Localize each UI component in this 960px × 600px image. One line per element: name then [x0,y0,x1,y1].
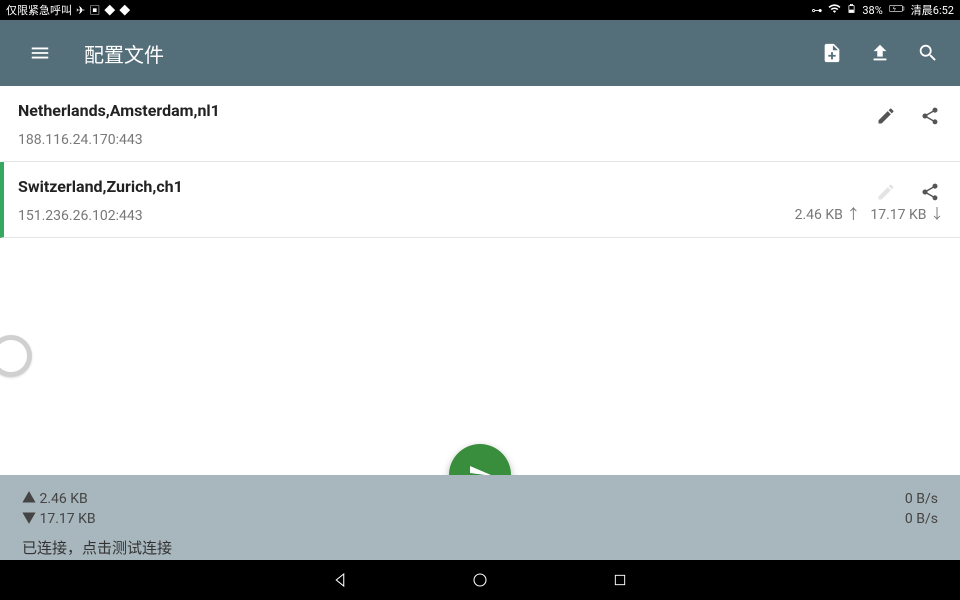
emergency-text: 仅限紧急呼叫 [6,2,72,18]
back-button[interactable] [320,560,360,600]
footer-row: ▲ 2.46 KB 0 B/s [22,489,938,509]
nav-bar [0,560,960,600]
connection-status: 已连接，点击测试连接 [22,537,938,558]
footer-row: ▼ 17.17 KB 0 B/s [22,509,938,529]
profile-actions [864,86,960,161]
status-right: ⊶ 38% 清晨6:52 [809,2,954,18]
recent-button[interactable] [600,560,640,600]
connection-footer[interactable]: ▲ 2.46 KB 0 B/s ▼ 17.17 KB 0 B/s 已连接，点击测… [0,475,960,560]
app-bar: 配置文件 [0,20,960,86]
battery-pct: 38% [862,4,882,17]
profile-actions [864,162,960,237]
home-button[interactable] [460,560,500,600]
vpn-key-icon: ⊶ [811,4,822,17]
wifi-icon [828,2,841,18]
add-profile-button[interactable] [808,29,856,77]
status-bar: 仅限紧急呼叫 ✈ ▣ ◆ ◆ ⊶ 38% 清晨6:52 [0,0,960,20]
send-icon: ✈ [76,4,85,17]
download-rate: 0 B/s [905,509,938,529]
upload-stat: 2.46 KB ↑ [795,204,861,224]
search-button[interactable] [904,29,952,77]
upload-button[interactable] [856,29,904,77]
profiles-list: Netherlands,Amsterdam,nl1 188.116.24.170… [0,86,960,238]
upload-rate: 0 B/s [905,489,938,509]
share-button[interactable] [908,94,952,138]
charging-icon [889,3,905,17]
diamond-icon: ◆ [104,2,115,18]
profile-stats: 2.46 KB ↑ 17.17 KB ↓ [795,204,944,224]
upload-total: ▲ 2.46 KB [22,489,88,509]
profile-main: Switzerland,Zurich,ch1 151.236.26.102:44… [4,162,864,237]
status-left: 仅限紧急呼叫 ✈ ▣ ◆ ◆ [6,2,130,18]
sim-card-icon: ▣ [89,2,100,18]
profile-title: Switzerland,Zurich,ch1 [18,177,850,196]
profile-address: 151.236.26.102:443 [18,208,850,224]
download-stat: 17.17 KB ↓ [870,204,944,224]
profile-item[interactable]: Switzerland,Zurich,ch1 151.236.26.102:44… [0,162,960,238]
profile-main: Netherlands,Amsterdam,nl1 188.116.24.170… [4,86,864,161]
time: 清晨6:52 [911,2,954,18]
profile-title: Netherlands,Amsterdam,nl1 [18,101,850,120]
edit-button[interactable] [864,94,908,138]
profile-item[interactable]: Netherlands,Amsterdam,nl1 188.116.24.170… [0,86,960,162]
app-title: 配置文件 [84,39,808,68]
refresh-indicator [0,335,32,377]
download-total: ▼ 17.17 KB [22,509,96,529]
diamond-icon: ◆ [119,2,130,18]
profile-address: 188.116.24.170:443 [18,132,850,148]
menu-button[interactable] [16,29,64,77]
battery-icon [847,2,856,18]
